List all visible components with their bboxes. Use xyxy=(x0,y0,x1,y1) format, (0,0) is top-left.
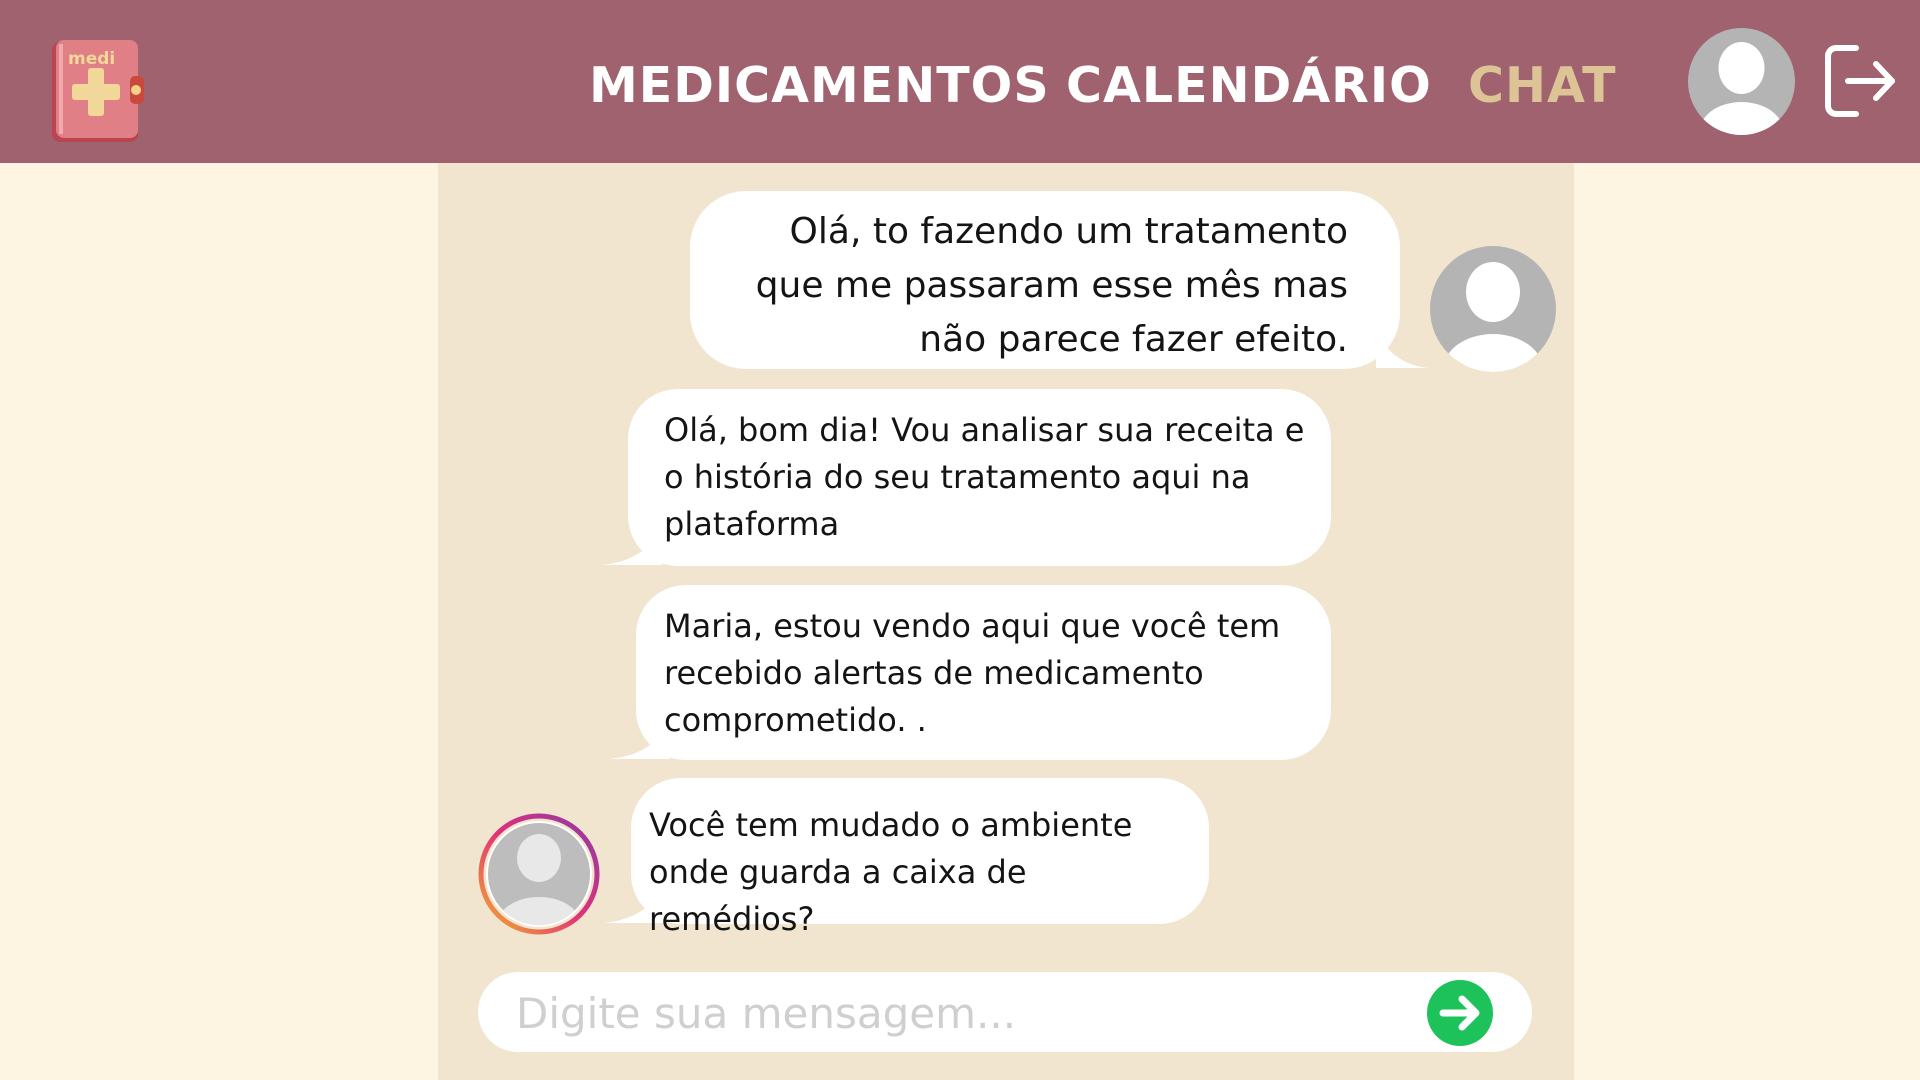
user-avatar-icon[interactable] xyxy=(1688,28,1795,135)
message-composer xyxy=(478,972,1532,1052)
message-bubble-doctor: Você tem mudado o ambiente onde guarda a… xyxy=(631,778,1209,938)
message-bubble-doctor: Olá, bom dia! Vou analisar sua receita e… xyxy=(628,389,1331,566)
logout-icon[interactable] xyxy=(1822,42,1898,120)
logo-first-aid-kit-icon[interactable]: medi xyxy=(50,38,145,146)
message-text: Olá, bom dia! Vou analisar sua receita e… xyxy=(664,411,1305,543)
message-bubble-user: Olá, to fazendo um tratamento que me pas… xyxy=(690,191,1400,369)
send-arrow-right-circle-icon[interactable] xyxy=(1427,980,1493,1046)
nav-chat[interactable]: CHAT xyxy=(1468,56,1617,116)
message-text: Maria, estou vendo aqui que você tem rec… xyxy=(664,607,1281,739)
message-bubble-doctor: Maria, estou vendo aqui que você tem rec… xyxy=(636,585,1331,760)
message-text: Você tem mudado o ambiente onde guarda a… xyxy=(649,806,1133,938)
svg-text:medi: medi xyxy=(68,49,115,69)
user-avatar-icon xyxy=(1430,246,1556,372)
doctor-avatar-icon xyxy=(478,813,600,935)
message-input[interactable] xyxy=(514,980,1398,1046)
nav-medicamentos[interactable]: MEDICAMENTOS xyxy=(589,56,1050,116)
nav-calendario[interactable]: CALENDÁRIO xyxy=(1066,56,1432,116)
message-text: Olá, to fazendo um tratamento que me pas… xyxy=(755,211,1348,360)
top-navigation-bar: medi MEDICAMENTOS CALENDÁRIO CHAT xyxy=(0,0,1920,163)
